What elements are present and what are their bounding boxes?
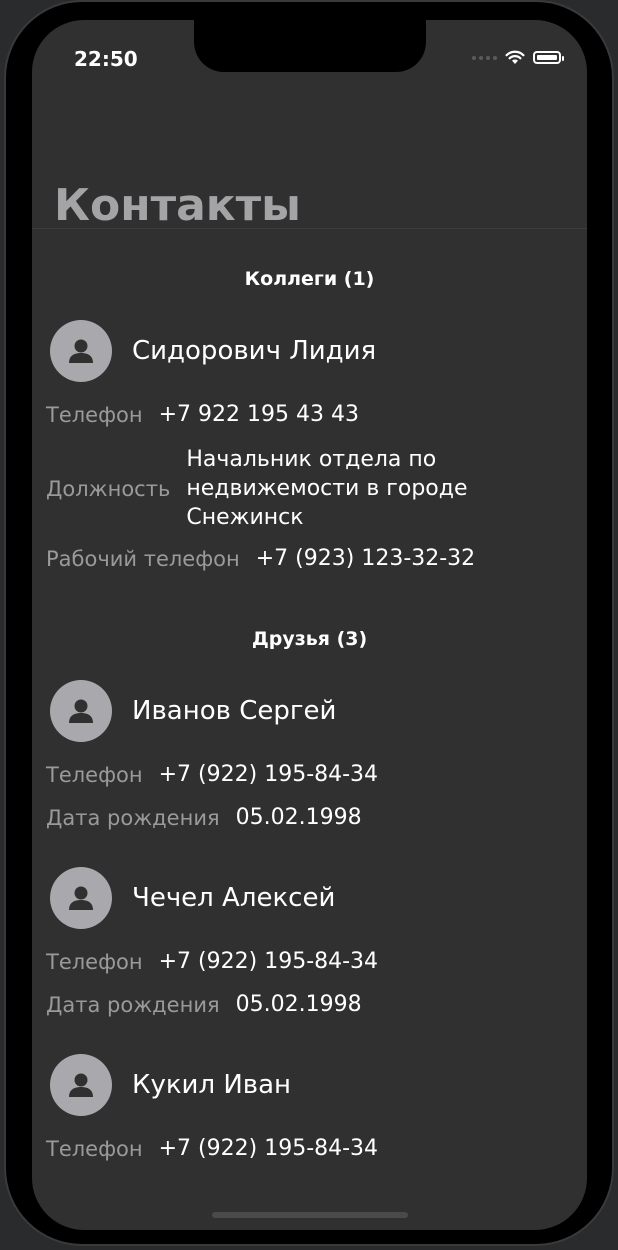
- contact-card-header[interactable]: Сидорович Лидия: [50, 320, 376, 382]
- contact-name: Кукил Иван: [132, 1070, 292, 1100]
- field-value: 05.02.1998: [235, 805, 362, 830]
- contact-card-header[interactable]: Чечел Алексей: [50, 867, 335, 929]
- person-icon: [50, 867, 112, 929]
- contact-name: Чечел Алексей: [132, 883, 336, 913]
- signal-icon: [472, 55, 497, 60]
- contact-name: Иванов Сергей: [132, 696, 337, 726]
- status-time: 22:50: [74, 47, 138, 71]
- contact-card-header[interactable]: Кукил Иван: [50, 1054, 291, 1116]
- battery-icon: [533, 51, 564, 64]
- section-header-friends: Друзья (3): [251, 628, 368, 650]
- person-icon: [50, 680, 112, 742]
- field-label: Телефон: [46, 762, 143, 787]
- wifi-icon: [505, 50, 525, 65]
- contact-name: Сидорович Лидия: [132, 336, 377, 366]
- field-phone: Телефон +7 922 195 43 43: [46, 402, 359, 427]
- field-label: Дата рождения: [46, 805, 220, 830]
- status-icons: [472, 50, 564, 65]
- header-divider: [32, 228, 587, 229]
- field-label: Рабочий телефон: [46, 546, 240, 571]
- field-value: Начальник отдела по недвижемости в город…: [186, 447, 468, 530]
- contact-card-header[interactable]: Иванов Сергей: [50, 680, 336, 742]
- field-value[interactable]: +7 (923) 123-32-32: [256, 546, 475, 571]
- app-screen: 22:50 Контакты Коллеги (1) Сидорович Лид…: [32, 20, 587, 1230]
- field-value[interactable]: +7 (922) 195-84-34: [159, 949, 378, 974]
- field-label: Телефон: [46, 402, 143, 427]
- person-icon: [50, 1054, 112, 1116]
- field-label: Должность: [46, 476, 171, 501]
- field-phone: Телефон +7 (922) 195-84-34: [46, 762, 378, 787]
- field-work-phone: Рабочий телефон +7 (923) 123-32-32: [46, 546, 475, 571]
- field-label: Дата рождения: [46, 992, 220, 1017]
- field-phone: Телефон +7 (922) 195-84-34: [46, 1136, 378, 1161]
- field-birthdate: Дата рождения 05.02.1998: [46, 992, 362, 1017]
- person-icon: [50, 320, 112, 382]
- notch: [194, 20, 426, 72]
- field-position: Должность Начальник отдела по недвижемос…: [46, 445, 516, 532]
- field-phone: Телефон +7 (922) 195-84-34: [46, 949, 378, 974]
- field-label: Телефон: [46, 949, 143, 974]
- page-title: Контакты: [54, 180, 301, 231]
- field-label: Телефон: [46, 1136, 143, 1161]
- field-value[interactable]: +7 (922) 195-84-34: [159, 1136, 378, 1161]
- field-value[interactable]: +7 922 195 43 43: [159, 402, 359, 427]
- field-birthdate: Дата рождения 05.02.1998: [46, 805, 362, 830]
- home-indicator[interactable]: [212, 1212, 408, 1218]
- field-value[interactable]: +7 (922) 195-84-34: [159, 762, 378, 787]
- section-header-colleagues: Коллеги (1): [244, 268, 375, 290]
- field-value: 05.02.1998: [235, 992, 362, 1017]
